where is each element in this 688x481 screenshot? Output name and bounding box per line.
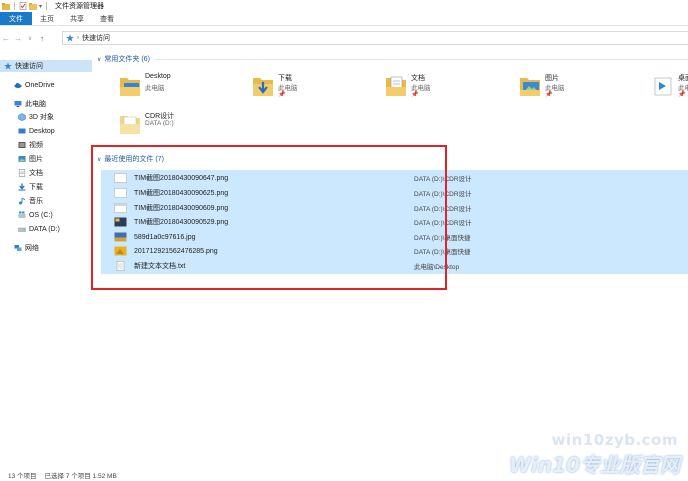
- sidebar-item-label: 快速访问: [15, 63, 43, 70]
- sidebar-item-label: 下载: [29, 184, 43, 191]
- windows-drive-icon: [18, 211, 26, 218]
- sidebar-item-label: OneDrive: [25, 81, 55, 89]
- documents-folder-icon: [386, 76, 406, 96]
- sidebar-item-quick-access[interactable]: 快速访问: [0, 60, 92, 72]
- sidebar-item-videos[interactable]: 视频: [0, 139, 92, 151]
- forward-arrow-icon[interactable]: →: [12, 34, 24, 43]
- folder-tile-pictures[interactable]: 图片 此电脑 📌: [519, 72, 649, 104]
- star-icon: [66, 34, 74, 42]
- ribbon-tabs: 文件 主页 共享 查看: [0, 12, 688, 26]
- title-bar: ▾ 文件资源管理器: [0, 0, 688, 12]
- item-count: 13 个项目: [8, 472, 37, 480]
- sidebar-item-label: 音乐: [29, 198, 43, 205]
- desktop-folder-icon: [120, 78, 140, 96]
- navigation-pane: 快速访问 OneDrive 此电脑 3D 对象 Desktop 视频 图片 文档…: [0, 52, 92, 464]
- folder-icon[interactable]: [2, 2, 10, 10]
- drive-icon: [18, 227, 26, 232]
- folder-tile-desktop[interactable]: Desktop 此电脑: [119, 72, 249, 104]
- pin-icon: 📌: [411, 92, 419, 98]
- tab-home[interactable]: 主页: [32, 12, 62, 25]
- desktop-folder-icon: [654, 77, 672, 96]
- desktop-folder-icon: [18, 128, 26, 134]
- back-arrow-icon[interactable]: ←: [0, 34, 12, 43]
- cube-icon: [18, 113, 26, 121]
- downloads-folder-icon: [253, 78, 273, 96]
- sidebar-item-label: Desktop: [29, 127, 55, 135]
- folder-tile-desktop-cn[interactable]: 桌面 此电脑 📌: [652, 72, 688, 104]
- sidebar-item-label: DATA (D:): [29, 225, 60, 233]
- sidebar-item-desktop[interactable]: Desktop: [0, 125, 92, 137]
- folder-tile-documents[interactable]: 文档 此电脑 📌: [385, 72, 515, 104]
- sidebar-item-label: 视频: [29, 142, 43, 149]
- sidebar-item-data-d[interactable]: DATA (D:): [0, 223, 92, 235]
- tab-file[interactable]: 文件: [0, 12, 32, 25]
- sidebar-item-os-c[interactable]: OS (C:): [0, 209, 92, 221]
- pictures-folder-icon: [520, 78, 540, 96]
- selection-info: 已选择 7 个项目 1.52 MB: [44, 472, 117, 480]
- pin-icon: 📌: [545, 92, 553, 98]
- sidebar-item-this-pc[interactable]: 此电脑: [0, 98, 92, 110]
- divider: [14, 2, 15, 10]
- breadcrumb[interactable]: 快速访问: [82, 33, 110, 43]
- sidebar-item-label: OS (C:): [29, 211, 53, 219]
- sidebar-item-3d-objects[interactable]: 3D 对象: [0, 111, 92, 123]
- video-folder-icon: [18, 142, 26, 148]
- cloud-icon: [14, 83, 22, 88]
- sidebar-item-label: 3D 对象: [29, 114, 54, 121]
- navigation-bar: ← → ∨ ↑ › 快速访问: [0, 29, 688, 47]
- group-title: 常用文件夹 (6): [104, 56, 150, 63]
- folder-location: DATA (D:): [145, 120, 174, 127]
- recent-locations-icon[interactable]: ∨: [24, 35, 36, 42]
- new-folder-icon[interactable]: [29, 2, 37, 10]
- sidebar-item-documents[interactable]: 文档: [0, 167, 92, 179]
- sidebar-item-network[interactable]: 网络: [0, 242, 92, 254]
- sidebar-item-music[interactable]: 音乐: [0, 195, 92, 207]
- chevron-down-icon[interactable]: ∨: [97, 56, 101, 63]
- sidebar-item-label: 此电脑: [25, 101, 46, 108]
- sidebar-item-onedrive[interactable]: OneDrive: [0, 79, 92, 91]
- tab-view[interactable]: 查看: [92, 12, 122, 25]
- up-arrow-icon[interactable]: ↑: [36, 34, 48, 43]
- divider: [154, 58, 688, 60]
- sidebar-item-downloads[interactable]: 下载: [0, 181, 92, 193]
- sidebar-item-label: 图片: [29, 156, 43, 163]
- highlight-annotation-box: [91, 145, 447, 290]
- tab-share[interactable]: 共享: [62, 12, 92, 25]
- address-field[interactable]: › 快速访问: [62, 31, 688, 45]
- sidebar-item-label: 网络: [25, 245, 39, 252]
- downloads-folder-icon: [18, 183, 26, 191]
- folder-name: Desktop: [145, 73, 171, 80]
- watermark-url: win10zyb.com: [551, 431, 678, 449]
- computer-icon: [14, 101, 22, 107]
- quick-access-toolbar: ▾: [2, 2, 49, 10]
- watermark-logo: Win10专业版官网: [509, 453, 680, 477]
- properties-icon[interactable]: [19, 2, 27, 10]
- network-icon: [14, 245, 22, 251]
- pin-icon: 📌: [678, 92, 686, 98]
- divider: [46, 2, 48, 10]
- folder-tile-cdr-design[interactable]: CDR设计 DATA (D:): [119, 110, 249, 142]
- folder-location: 此电脑: [145, 85, 165, 92]
- sidebar-item-label: 文档: [29, 170, 43, 177]
- music-folder-icon: [19, 198, 25, 205]
- customize-toolbar-icon[interactable]: ▾: [39, 3, 42, 10]
- folder-tile-downloads[interactable]: 下载 此电脑 📌: [252, 72, 382, 104]
- sidebar-item-pictures[interactable]: 图片: [0, 153, 92, 165]
- folder-icon: [120, 116, 140, 134]
- window-title: 文件资源管理器: [55, 3, 105, 10]
- chevron-right-icon[interactable]: ›: [77, 35, 79, 41]
- pictures-folder-icon: [18, 156, 26, 162]
- documents-folder-icon: [18, 169, 26, 177]
- group-header-frequent-folders[interactable]: ∨ 常用文件夹 (6): [92, 53, 688, 65]
- star-icon: [4, 62, 12, 70]
- pin-icon: 📌: [278, 92, 286, 98]
